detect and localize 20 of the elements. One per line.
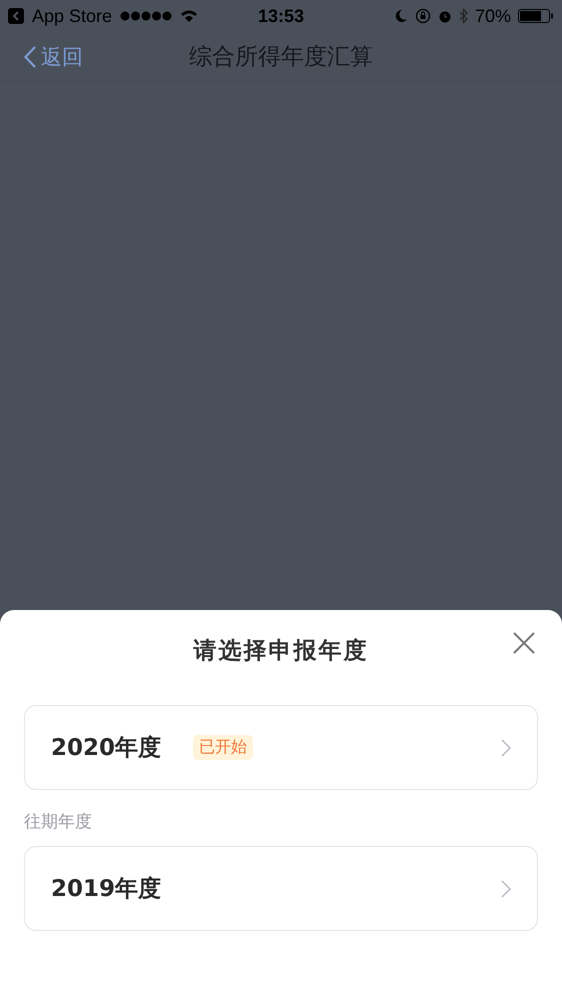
year-label: 2020年度 bbox=[51, 734, 162, 763]
chevron-right-icon bbox=[501, 738, 511, 756]
battery-icon bbox=[518, 9, 554, 23]
year-option[interactable]: 2019年度 bbox=[24, 846, 538, 931]
close-icon[interactable] bbox=[512, 631, 536, 655]
wifi-icon bbox=[180, 9, 198, 23]
nav-title: 综合所得年度汇算 bbox=[189, 43, 373, 72]
chevron-right-icon bbox=[501, 880, 511, 898]
sheet-title: 请选择申报年度 bbox=[194, 636, 368, 666]
bluetooth-icon bbox=[458, 8, 468, 24]
status-badge: 已开始 bbox=[193, 735, 254, 760]
battery-percent: 70% bbox=[474, 6, 511, 26]
rotation-lock-icon bbox=[414, 8, 431, 24]
chevron-left-icon bbox=[24, 46, 36, 68]
clock-time: 13:53 bbox=[258, 6, 304, 26]
year-option[interactable]: 2020年度 已开始 bbox=[24, 705, 538, 790]
section-heading: 往期年度 bbox=[24, 811, 93, 833]
signal-icon bbox=[120, 11, 172, 21]
moon-icon bbox=[394, 9, 408, 23]
year-label: 2019年度 bbox=[51, 875, 162, 904]
